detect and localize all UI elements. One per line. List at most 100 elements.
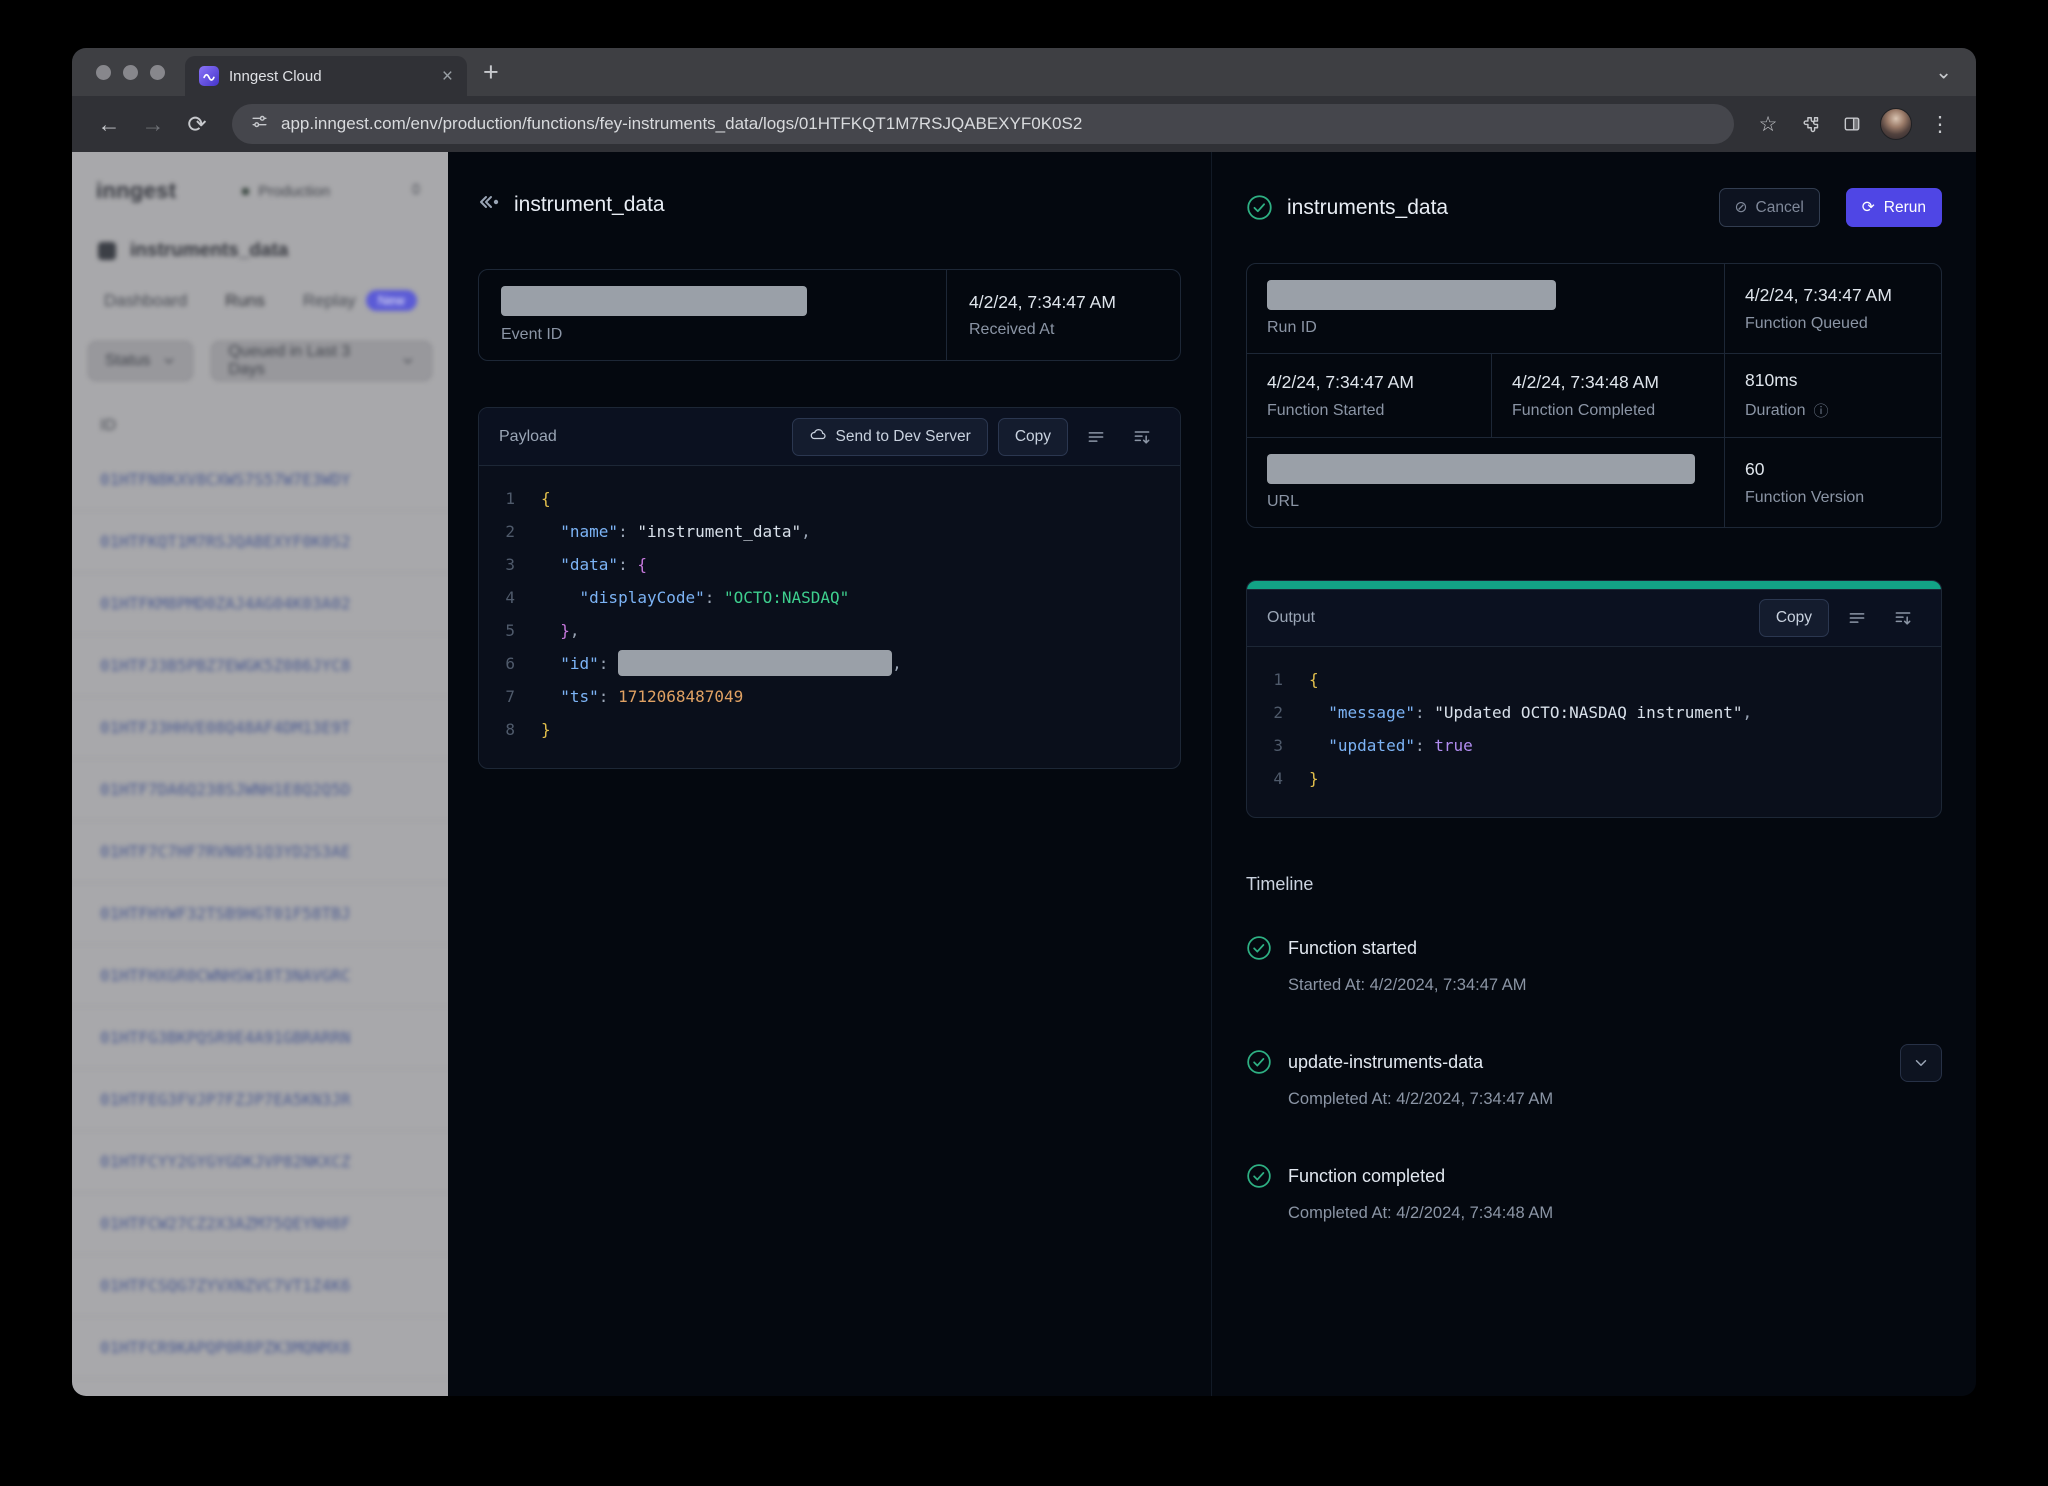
browser-menu-icon[interactable]: ⋮ bbox=[1922, 106, 1958, 142]
run-id-row[interactable]: 01HTF7DA6Q238SJWNH1E8Q2Q5D bbox=[72, 759, 448, 821]
sidebar-app-row[interactable]: instruments_data bbox=[72, 240, 448, 262]
browser-toolbar: ← → ⟳ app.inngest.com/env/production/fun… bbox=[72, 96, 1976, 152]
side-panel-icon[interactable] bbox=[1834, 106, 1870, 142]
code-line: 8} bbox=[495, 713, 1180, 746]
run-id-row[interactable]: 01HTFHYWF32TSB9HGT01F58TBJ bbox=[72, 883, 448, 945]
tab-search-chevron-icon[interactable]: ⌄ bbox=[1935, 60, 1952, 85]
run-id-row[interactable]: 01HTF7C7HF7RVN051Q3YD2S3AE bbox=[72, 821, 448, 883]
timeline-item: Function started Started At: 4/2/2024, 7:… bbox=[1246, 935, 1942, 995]
profile-avatar[interactable] bbox=[1880, 108, 1912, 140]
close-tab-icon[interactable]: × bbox=[442, 67, 453, 86]
run-id-row[interactable]: 01HTFJ3HHVE08Q48AF4DM13E9T bbox=[72, 697, 448, 759]
function-completed-value: 4/2/24, 7:34:48 AM bbox=[1512, 372, 1704, 393]
sidebar-blurred-content: inngest Production instruments_data Dash… bbox=[72, 152, 448, 1379]
run-id-row[interactable]: 01HTFCSQG7ZYVXNZVC7VT1Z4K6 bbox=[72, 1255, 448, 1317]
function-queued-value: 4/2/24, 7:34:47 AM bbox=[1745, 285, 1921, 306]
code-line: 2 "name": "instrument_data", bbox=[495, 515, 1180, 548]
timeline-title: Timeline bbox=[1246, 874, 1942, 895]
run-id-row[interactable]: 01HTFKQT1M7RSJQABEXYF0K0S2 bbox=[72, 511, 448, 573]
close-window-button[interactable] bbox=[96, 65, 111, 80]
app-square-icon bbox=[98, 242, 116, 260]
tab-title: Inngest Cloud bbox=[229, 68, 432, 85]
environment-updown-icon[interactable] bbox=[408, 181, 424, 202]
date-range-filter[interactable]: Queued in Last 3 Days bbox=[211, 341, 432, 381]
timeline-expand-button[interactable] bbox=[1900, 1044, 1942, 1082]
browser-tab[interactable]: Inngest Cloud × bbox=[185, 56, 467, 96]
cancel-button[interactable]: ⊘ Cancel bbox=[1719, 188, 1820, 227]
rerun-button[interactable]: ⟳ Rerun bbox=[1846, 188, 1942, 227]
output-wrap-lines-icon[interactable] bbox=[1839, 600, 1875, 636]
sidebar-tab-runs[interactable]: Runs bbox=[225, 291, 265, 311]
run-panel: instruments_data ⊘ Cancel ⟳ Rerun Run ID… bbox=[1212, 152, 1976, 1396]
run-details-card: Run ID 4/2/24, 7:34:47 AM Function Queue… bbox=[1246, 263, 1942, 528]
run-id-row[interactable]: 01HTFN8KXV8CXWS7S57W7E3WDY bbox=[72, 449, 448, 511]
run-title: instruments_data bbox=[1287, 196, 1448, 220]
payload-title: Payload bbox=[499, 428, 557, 446]
timeline-item-subtitle: Completed At: 4/2/2024, 7:34:47 AM bbox=[1288, 1090, 1942, 1109]
timeline-item: Function completed Completed At: 4/2/2024… bbox=[1246, 1163, 1942, 1223]
cloud-icon bbox=[809, 425, 827, 448]
forward-button[interactable]: → bbox=[134, 105, 172, 143]
zoom-window-button[interactable] bbox=[150, 65, 165, 80]
run-id-row[interactable]: 01HTFG3BKPQSR9E4A91GBRARRN bbox=[72, 1007, 448, 1069]
bookmark-star-icon[interactable]: ☆ bbox=[1750, 106, 1786, 142]
wrap-lines-icon[interactable] bbox=[1078, 419, 1114, 455]
code-line: 1{ bbox=[1263, 663, 1941, 696]
environment-selector[interactable]: Production bbox=[242, 183, 330, 200]
run-id-row[interactable]: 01HTFEG3FVJP7FZJP7EA5KN3JR bbox=[72, 1069, 448, 1131]
code-line: 4 "displayCode": "OCTO:NASDAQ" bbox=[495, 581, 1180, 614]
timeline-item-subtitle: Completed At: 4/2/2024, 7:34:48 AM bbox=[1288, 1204, 1942, 1223]
minimize-window-button[interactable] bbox=[123, 65, 138, 80]
site-info-icon[interactable] bbox=[250, 112, 269, 136]
sidebar-tab-dashboard[interactable]: Dashboard bbox=[104, 291, 187, 311]
timeline-items: Function started Started At: 4/2/2024, 7:… bbox=[1246, 935, 1942, 1223]
status-filter[interactable]: Status bbox=[88, 341, 193, 381]
output-expand-lines-icon[interactable] bbox=[1885, 600, 1921, 636]
check-circle-icon bbox=[1246, 1049, 1272, 1075]
cancel-icon: ⊘ bbox=[1735, 198, 1748, 217]
run-id-list: 01HTFN8KXV8CXWS7S57W7E3WDY01HTFKQT1M7RSJ… bbox=[72, 449, 448, 1379]
output-card: Output Copy 1{2 "message": "Updated OCTO… bbox=[1246, 580, 1942, 818]
run-id-row[interactable]: 01HTFCR9KAPQP0R8PZK3MQNMX8 bbox=[72, 1317, 448, 1379]
timeline-item-title: update-instruments-data bbox=[1288, 1052, 1483, 1073]
code-line: 3 "updated": true bbox=[1263, 729, 1941, 762]
run-id-row[interactable]: 01HTFCYY2GYGYGDKJVP82NKXCZ bbox=[72, 1131, 448, 1193]
run-id-row[interactable]: 01HTFCW27CZ2X3AZM75QEYNH8F bbox=[72, 1193, 448, 1255]
address-bar[interactable]: app.inngest.com/env/production/functions… bbox=[232, 104, 1734, 144]
window-controls bbox=[96, 65, 165, 80]
runs-sidebar: inngest Production instruments_data Dash… bbox=[72, 152, 448, 1396]
extensions-icon[interactable] bbox=[1792, 106, 1828, 142]
payload-copy-button[interactable]: Copy bbox=[998, 418, 1068, 456]
back-button[interactable]: ← bbox=[90, 105, 128, 143]
event-title: instrument_data bbox=[514, 193, 665, 217]
new-badge: New bbox=[366, 290, 417, 311]
reload-button[interactable]: ⟳ bbox=[178, 105, 216, 143]
timeline-item-subtitle: Started At: 4/2/2024, 7:34:47 AM bbox=[1288, 976, 1942, 995]
run-id-row[interactable]: 01HTFJ3B5PBZ7EWGK5Z086JYC8 bbox=[72, 635, 448, 697]
run-id-row[interactable]: 01HTFHXGR0CWNHSW18T3NAVGRC bbox=[72, 945, 448, 1007]
duration-info-icon[interactable]: ⓘ bbox=[1813, 400, 1828, 421]
code-line: 7 "ts": 1712068487049 bbox=[495, 680, 1180, 713]
function-version-label: Function Version bbox=[1745, 489, 1921, 507]
new-tab-button[interactable]: + bbox=[483, 59, 499, 86]
timeline-item-title: Function started bbox=[1288, 938, 1417, 959]
redacted-inline-value bbox=[618, 650, 892, 676]
timeline-item: update-instruments-data Completed At: 4/2… bbox=[1246, 1049, 1942, 1109]
inngest-logo: inngest bbox=[96, 178, 176, 204]
url-label: URL bbox=[1267, 493, 1704, 511]
sidebar-tab-replay[interactable]: ReplayNew bbox=[303, 290, 417, 311]
inngest-app: inngest Production instruments_data Dash… bbox=[72, 152, 1976, 1396]
environment-dot-icon bbox=[242, 188, 249, 195]
run-id-redacted-value bbox=[1267, 280, 1556, 310]
expand-lines-icon[interactable] bbox=[1124, 419, 1160, 455]
timeline-item-title: Function completed bbox=[1288, 1166, 1445, 1187]
function-started-label: Function Started bbox=[1267, 402, 1471, 420]
sidebar-app-name: instruments_data bbox=[130, 240, 288, 262]
send-to-dev-server-button[interactable]: Send to Dev Server bbox=[792, 418, 988, 456]
browser-window: Inngest Cloud × + ⌄ ← → ⟳ app.inngest.co… bbox=[72, 48, 1976, 1396]
function-started-value: 4/2/24, 7:34:47 AM bbox=[1267, 372, 1471, 393]
event-id-label: Event ID bbox=[501, 326, 924, 344]
run-id-row[interactable]: 01HTFKM8PMD0ZAJ4AG04K03A02 bbox=[72, 573, 448, 635]
received-at-value: 4/2/24, 7:34:47 AM bbox=[969, 292, 1158, 313]
output-copy-button[interactable]: Copy bbox=[1759, 599, 1829, 637]
